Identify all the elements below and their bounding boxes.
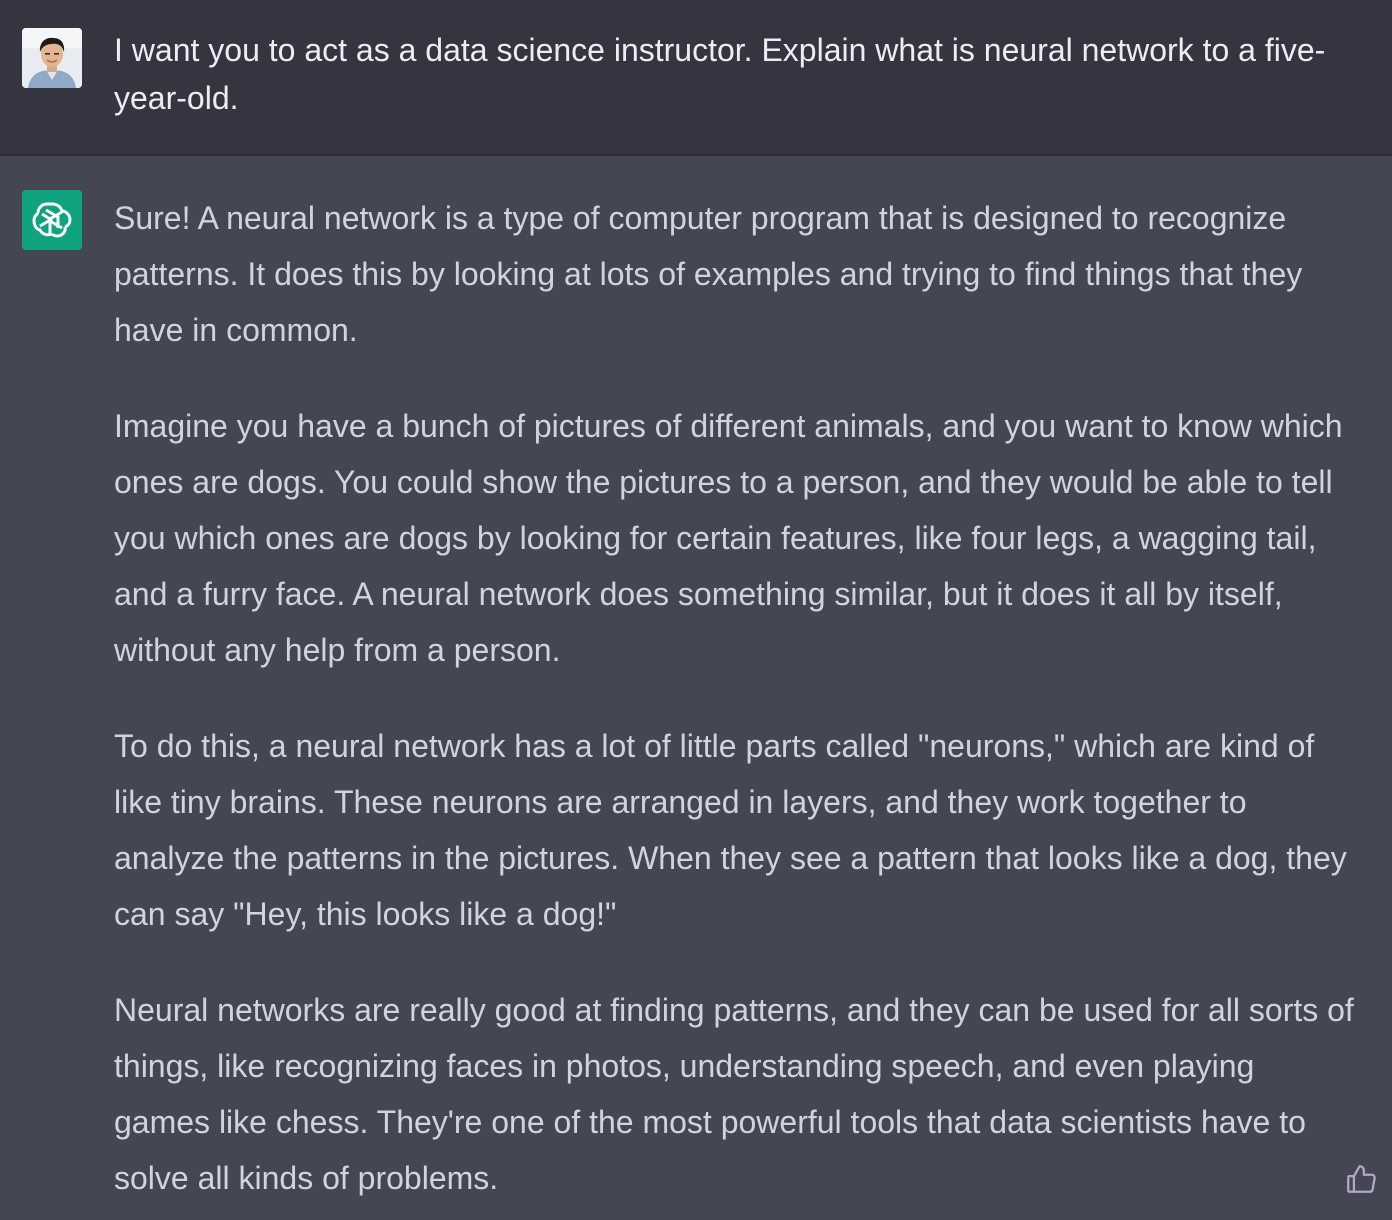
openai-logo-icon [32,202,72,238]
assistant-avatar [22,190,82,250]
user-avatar-icon [22,28,82,88]
response-paragraph: To do this, a neural network has a lot o… [114,728,1347,932]
thumbs-up-icon [1347,1165,1376,1193]
response-paragraph: Imagine you have a bunch of pictures of … [114,408,1343,668]
response-paragraph: Sure! A neural network is a type of comp… [114,200,1303,348]
user-message-text: I want you to act as a data science inst… [114,32,1326,116]
assistant-message-row: Sure! A neural network is a type of comp… [0,156,1392,1220]
assistant-response: Sure! A neural network is a type of comp… [114,190,1354,1220]
response-paragraph: Neural networks are really good at findi… [114,992,1354,1196]
user-message-row: I want you to act as a data science inst… [0,0,1392,156]
user-avatar [22,28,82,88]
thumbs-up-button[interactable] [1344,1162,1378,1196]
